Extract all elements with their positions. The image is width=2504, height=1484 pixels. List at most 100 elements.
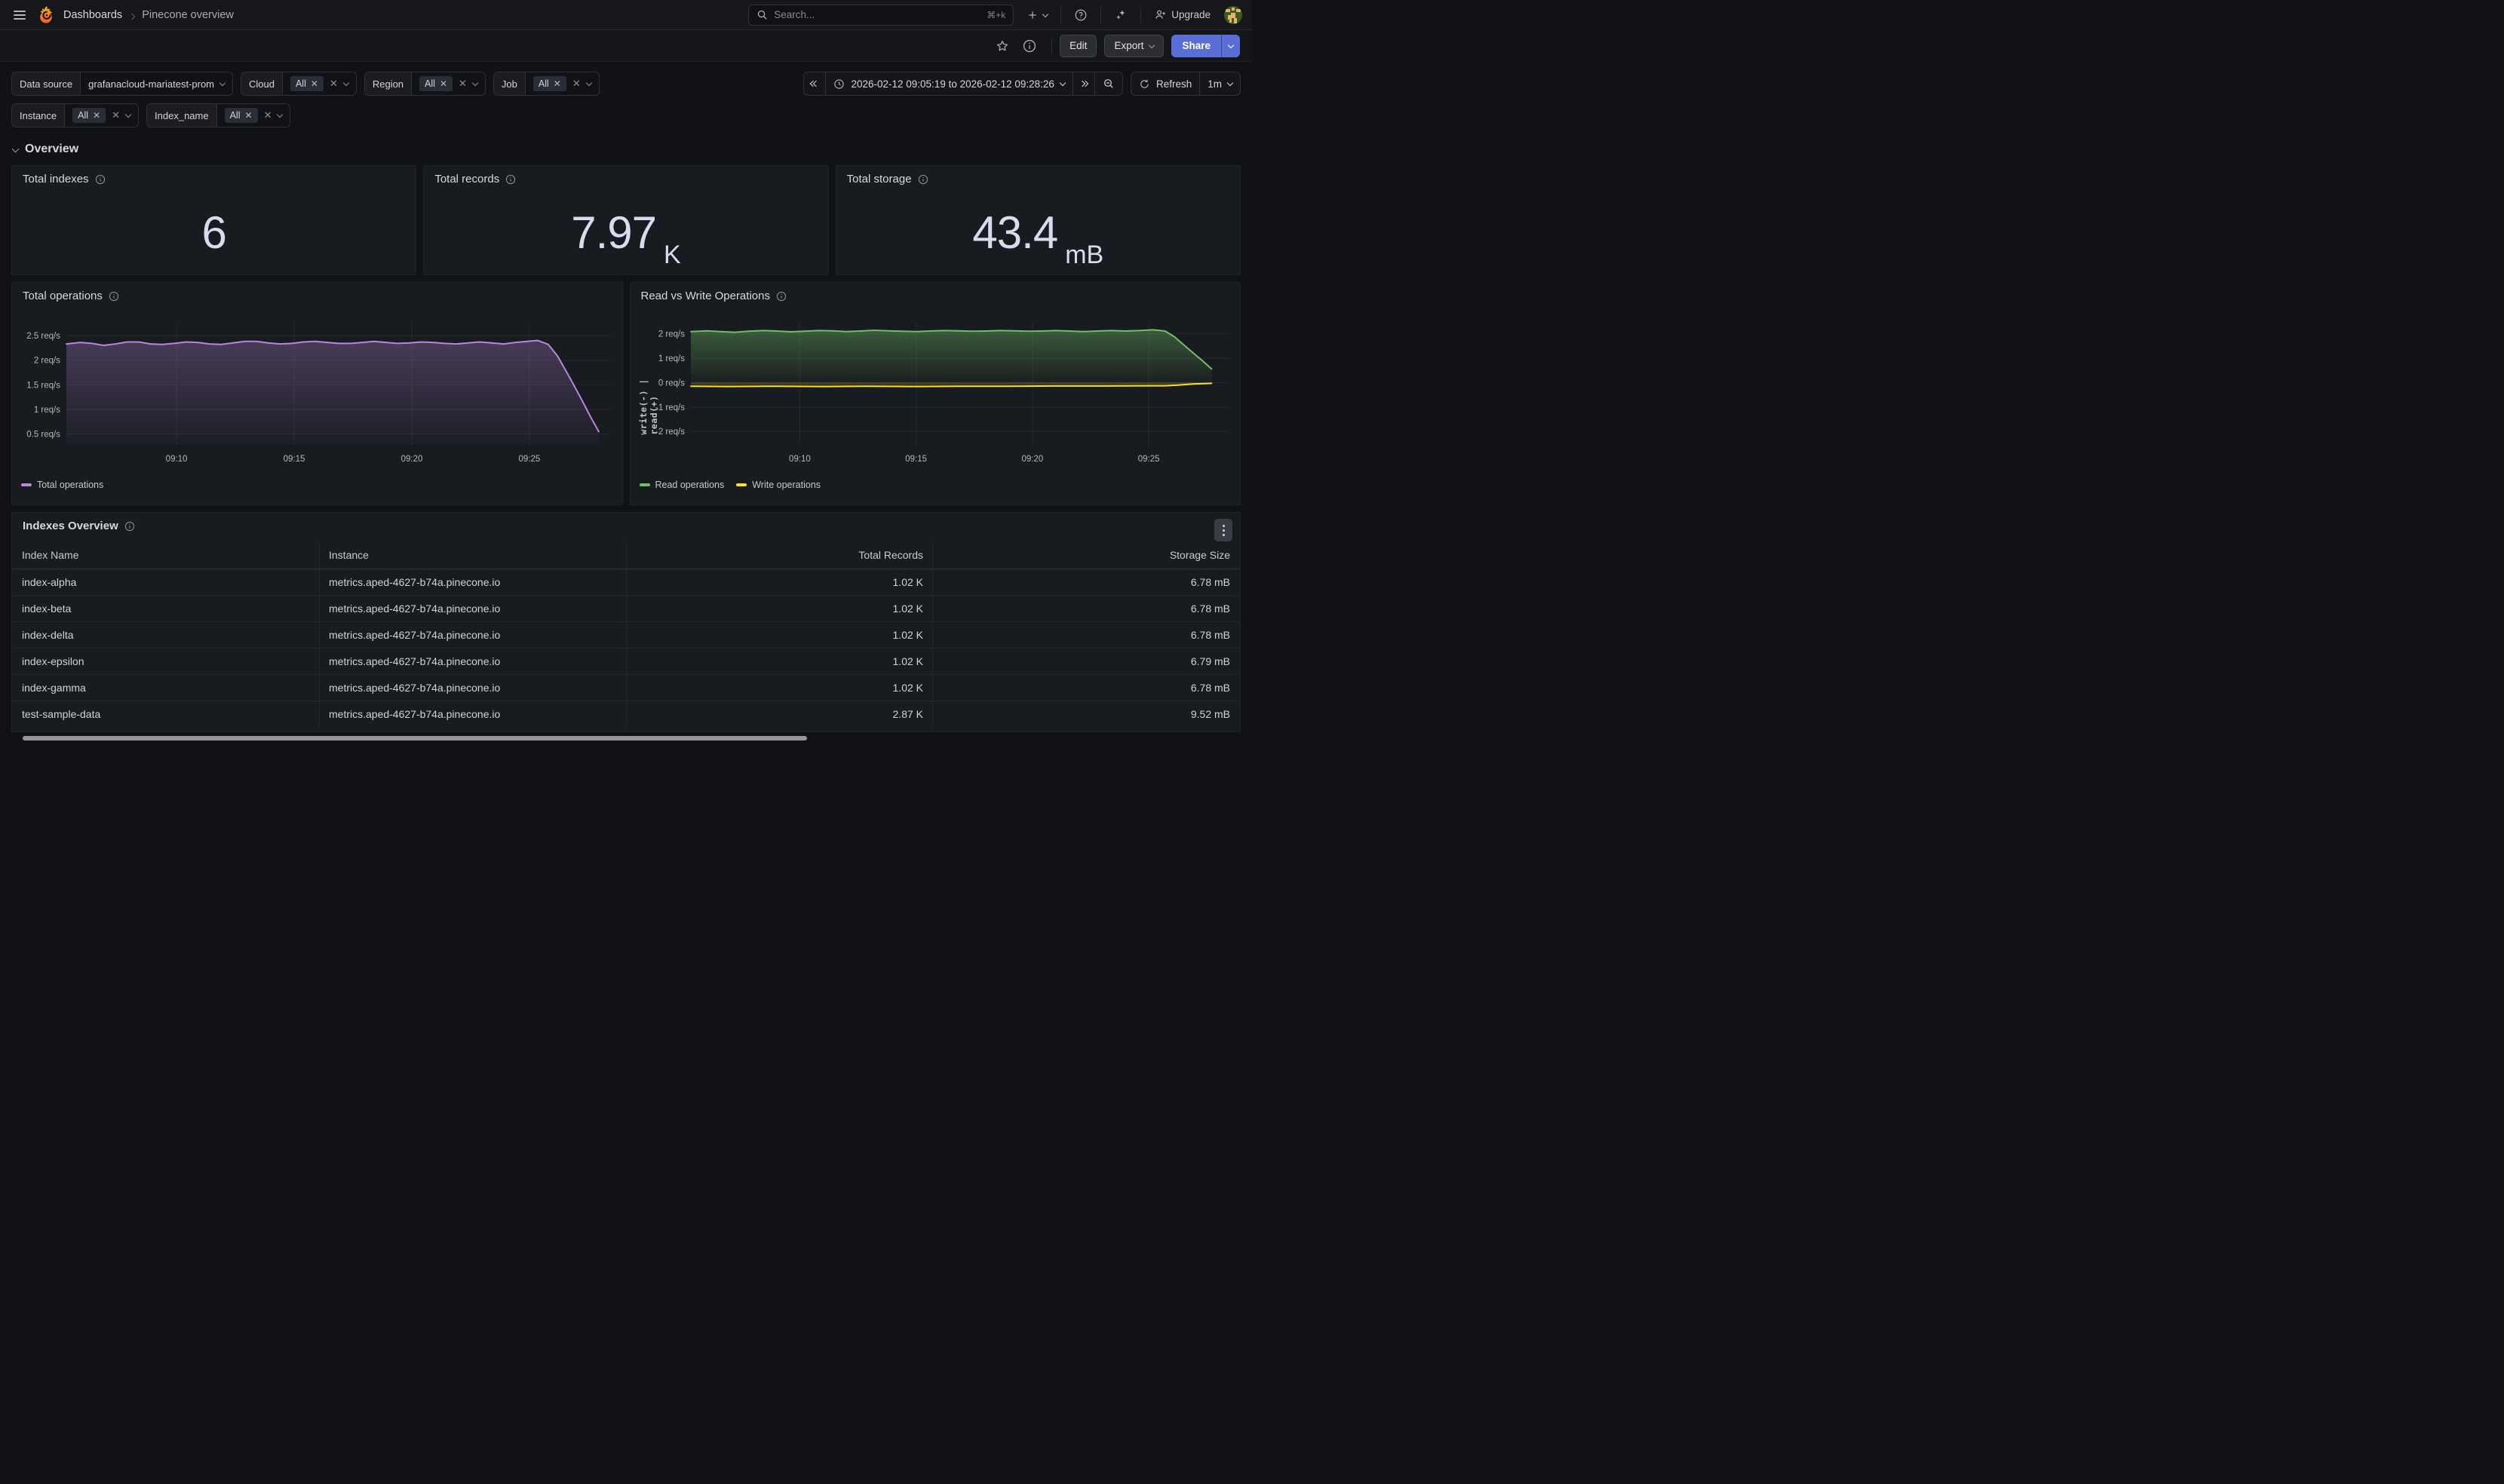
filter-index-name-chip[interactable]: All✕ [225, 108, 258, 123]
clear-icon[interactable]: ✕ [330, 78, 338, 90]
time-range-picker[interactable]: 2026-02-12 09:05:19 to 2026-02-12 09:28:… [825, 72, 1072, 95]
info-icon[interactable] [95, 174, 106, 185]
filter-job[interactable]: Job All✕ ✕ [493, 72, 600, 96]
svg-text:2 req/s: 2 req/s [658, 330, 684, 339]
avatar[interactable] [1223, 5, 1243, 25]
clear-icon[interactable]: ✕ [112, 109, 120, 121]
legend-read-operations[interactable]: Read operations [640, 480, 725, 490]
column-header-instance[interactable]: Instance [320, 542, 627, 569]
svg-text:09:25: 09:25 [519, 455, 541, 464]
info-icon[interactable] [109, 291, 119, 302]
svg-text:09:20: 09:20 [1021, 455, 1043, 464]
add-button[interactable] [1021, 5, 1053, 26]
zoom-out-icon[interactable] [1094, 72, 1122, 95]
filter-cloud[interactable]: Cloud All✕ ✕ [241, 72, 357, 96]
total-operations-chart[interactable]: 2.5 req/s2 req/s1.5 req/s1 req/s0.5 req/… [18, 318, 618, 474]
filter-instance[interactable]: Instance All✕ ✕ [11, 103, 139, 127]
filter-cloud-chip[interactable]: All✕ [290, 76, 324, 91]
datasource-value: grafanacloud-mariatest-prom [88, 78, 214, 90]
menu-toggle-icon[interactable] [9, 6, 30, 24]
chevron-down-icon [343, 80, 349, 86]
breadcrumb-current: Pinecone overview [142, 9, 234, 21]
table-cell: index-epsilon [13, 648, 320, 674]
table-cell: 6.79 mB [933, 648, 1240, 674]
ai-assistant-icon[interactable] [1109, 5, 1133, 26]
clear-icon[interactable]: ✕ [459, 78, 467, 90]
panel-total-storage: Total storage 43.4 mB [836, 165, 1241, 275]
table-row: index-alphametrics.aped-4627-b74a.pineco… [13, 569, 1239, 595]
time-shift-back-icon[interactable] [804, 72, 825, 95]
svg-text:09:10: 09:10 [789, 455, 811, 464]
dashboard-toolbar: Edit Export Share [0, 30, 1252, 62]
chevron-down-icon [219, 80, 226, 86]
favorite-star-icon[interactable] [993, 36, 1012, 56]
legend-swatch [736, 483, 747, 486]
panel-read-vs-write: Read vs Write Operations write(-) | read… [630, 282, 1241, 505]
breadcrumb-dashboards[interactable]: Dashboards [63, 9, 122, 21]
share-button-group: Share [1171, 35, 1240, 57]
info-icon[interactable] [776, 291, 787, 302]
person-plus-icon [1154, 8, 1167, 21]
share-dropdown-icon[interactable] [1221, 35, 1240, 57]
clear-icon[interactable]: ✕ [572, 78, 581, 90]
svg-text:0 req/s: 0 req/s [658, 379, 684, 388]
table-cell: index-alpha [13, 569, 320, 595]
collapse-chevron-icon [12, 145, 20, 152]
legend-write-operations[interactable]: Write operations [736, 480, 821, 490]
share-button[interactable]: Share [1171, 35, 1221, 57]
column-header-storage-size[interactable]: Storage Size [933, 542, 1240, 569]
info-icon[interactable] [918, 174, 928, 185]
horizontal-scrollbar[interactable] [23, 736, 807, 740]
chevron-down-icon [586, 80, 592, 86]
filter-region-chip[interactable]: All✕ [419, 76, 453, 91]
info-icon[interactable] [124, 521, 135, 532]
table-cell: 2.87 K [626, 701, 933, 727]
section-overview-toggle[interactable]: Overview [13, 143, 1241, 156]
svg-text:09:15: 09:15 [905, 455, 927, 464]
time-range-text: 2026-02-12 09:05:19 to 2026-02-12 09:28:… [851, 78, 1054, 90]
table-cell: 1.02 K [626, 648, 933, 674]
filter-region[interactable]: Region All✕ ✕ [364, 72, 486, 96]
panel-title: Total records [434, 173, 499, 186]
help-icon[interactable] [1069, 5, 1093, 26]
search-box[interactable]: ⌘+k [748, 5, 1014, 26]
edit-button[interactable]: Edit [1060, 35, 1097, 57]
svg-text:1 req/s: 1 req/s [658, 354, 684, 363]
table-cell: 1.02 K [626, 595, 933, 621]
column-header-total-records[interactable]: Total Records [626, 542, 933, 569]
search-input[interactable] [774, 9, 980, 20]
datasource-picker[interactable]: Data source grafanacloud-mariatest-prom [11, 72, 233, 96]
filter-instance-chip[interactable]: All✕ [72, 108, 106, 123]
refresh-interval-dropdown[interactable]: 1m [1199, 72, 1240, 95]
table-row: index-epsilonmetrics.aped-4627-b74a.pine… [13, 648, 1239, 674]
panel-total-records: Total records 7.97 K [423, 165, 828, 275]
panel-title: Read vs Write Operations [641, 290, 770, 302]
time-controls: 2026-02-12 09:05:19 to 2026-02-12 09:28:… [803, 72, 1241, 96]
table-row: test-sample-datametrics.aped-4627-b74a.p… [13, 701, 1239, 727]
table-cell: metrics.aped-4627-b74a.pinecone.io [320, 621, 627, 648]
upgrade-button[interactable]: Upgrade [1149, 5, 1216, 26]
table-cell: 9.52 mB [933, 701, 1240, 727]
svg-text:2 req/s: 2 req/s [34, 357, 60, 366]
table-cell: metrics.aped-4627-b74a.pinecone.io [320, 595, 627, 621]
table-row: index-gammametrics.aped-4627-b74a.pineco… [13, 674, 1239, 701]
legend-total-operations[interactable]: Total operations [21, 480, 103, 490]
panel-menu-icon[interactable] [1214, 519, 1232, 541]
chevron-down-icon [125, 112, 131, 118]
column-header-index-name[interactable]: Index Name [13, 542, 320, 569]
filter-index-name[interactable]: Index_name All✕ ✕ [146, 103, 290, 127]
indexes-table: Index Name Instance Total Records Storag… [13, 542, 1239, 727]
read-write-chart[interactable]: write(-) | read(+) 2 req/s1 req/s0 req/s… [637, 318, 1236, 474]
dashboard-info-icon[interactable] [1020, 36, 1039, 56]
filter-job-chip[interactable]: All✕ [533, 76, 566, 91]
refresh-button[interactable]: Refresh [1131, 72, 1199, 95]
svg-text:09:10: 09:10 [166, 455, 188, 464]
clear-icon[interactable]: ✕ [264, 109, 272, 121]
time-shift-forward-icon[interactable] [1072, 72, 1094, 95]
export-button[interactable]: Export [1104, 35, 1164, 57]
table-cell: test-sample-data [13, 701, 320, 727]
refresh-icon [1139, 78, 1150, 90]
info-icon[interactable] [505, 174, 516, 185]
grafana-logo-icon[interactable] [38, 5, 56, 25]
stat-value: 43.4 [972, 210, 1057, 256]
